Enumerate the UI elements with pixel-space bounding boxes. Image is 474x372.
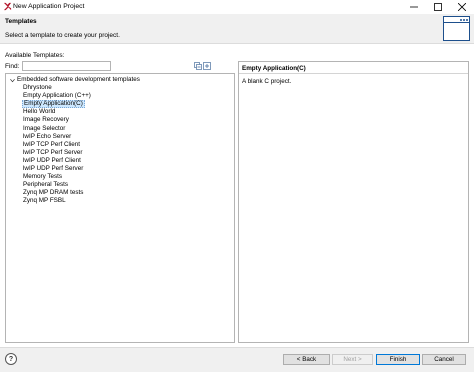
tree-item-label: lwIP TCP Perf Client [23, 140, 81, 148]
detail-header: Empty Application(C) [239, 62, 468, 74]
maximize-button[interactable] [426, 0, 450, 14]
tree-item[interactable]: Empty Application (C++) [22, 92, 92, 100]
page-title: Templates [5, 18, 37, 25]
close-button[interactable] [450, 0, 474, 14]
tree-item[interactable]: Zynq MP DRAM tests [22, 189, 84, 197]
tree-item[interactable]: lwIP UDP Perf Server [22, 165, 84, 173]
tree-item-label: Hello World [23, 108, 56, 116]
page-description: Select a template to create your project… [5, 32, 120, 39]
back-button[interactable]: < Back [283, 354, 330, 365]
collapse-all-button[interactable] [194, 62, 202, 70]
help-button[interactable]: ? [5, 353, 17, 365]
detail-description: A blank C project. [242, 78, 292, 85]
chevron-down-icon [10, 79, 15, 83]
window-titlebar: New Application Project [0, 0, 474, 14]
tree-item[interactable]: lwIP UDP Perf Client [22, 157, 82, 165]
tree-item[interactable]: Memory Tests [22, 173, 63, 181]
expand-all-icon [203, 62, 211, 70]
tree-item-label: lwIP UDP Perf Client [23, 156, 81, 164]
app-logo-icon [3, 2, 12, 11]
tree-item-label: lwIP UDP Perf Server [23, 165, 84, 172]
tree-item-label: Zynq MP FSBL [23, 197, 66, 205]
tree-item-label: Empty Application (C++) [23, 92, 91, 100]
wizard-window-icon [443, 16, 470, 41]
tree-item[interactable]: Image Selector [22, 125, 66, 133]
tree-item-label: Dhrystone [23, 84, 52, 91]
collapse-all-icon [194, 62, 202, 70]
tree-item-label: Memory Tests [23, 173, 63, 181]
tree-item-label: Image Recovery [23, 116, 69, 124]
tree-item[interactable]: Zynq MP FSBL [22, 197, 67, 205]
minimize-icon [410, 6, 418, 8]
tree-item-label: lwIP TCP Perf Server [23, 148, 83, 156]
tree-item[interactable]: Empty Application(C) [22, 100, 85, 109]
finish-button[interactable]: Finish [376, 354, 420, 365]
tree-item[interactable]: Image Recovery [22, 116, 70, 124]
maximize-icon [434, 3, 442, 11]
window-title: New Application Project [13, 3, 85, 10]
close-icon [458, 3, 466, 11]
tree-item[interactable]: Peripheral Tests [22, 181, 69, 189]
find-input[interactable] [22, 61, 111, 71]
expand-all-button[interactable] [203, 62, 211, 70]
cancel-button[interactable]: Cancel [422, 354, 466, 365]
tree-item-label: Zynq MP DRAM tests [23, 189, 84, 197]
tree-item[interactable]: Dhrystone [22, 84, 53, 92]
find-label: Find: [5, 63, 20, 70]
help-icon: ? [8, 355, 14, 363]
tree-category[interactable]: Embedded software development templates [8, 76, 233, 84]
tree-item-label: lwIP Echo Server [23, 132, 72, 140]
tree-item-label: Image Selector [23, 124, 66, 132]
tree-item-label: Peripheral Tests [23, 181, 69, 189]
minimize-button[interactable] [402, 0, 426, 14]
detail-title: Empty Application(C) [242, 65, 306, 72]
available-templates-label: Available Templates: [5, 52, 65, 59]
tree-item[interactable]: lwIP TCP Perf Server [22, 149, 84, 157]
next-button[interactable]: Next > [332, 354, 373, 365]
template-tree[interactable]: Embedded software development templates … [5, 73, 235, 343]
wizard-banner: Templates Select a template to create yo… [0, 14, 474, 44]
template-detail-pane: Empty Application(C) A blank C project. [238, 61, 469, 343]
button-bar: ? < Back Next > Finish Cancel [0, 347, 474, 372]
tree-category-label: Embedded software development templates [17, 76, 140, 83]
tree-item[interactable]: lwIP Echo Server [22, 133, 72, 141]
tree-item[interactable]: Hello World [22, 108, 56, 116]
tree-item-label: Empty Application(C) [24, 100, 83, 108]
tree-item[interactable]: lwIP TCP Perf Client [22, 141, 81, 149]
